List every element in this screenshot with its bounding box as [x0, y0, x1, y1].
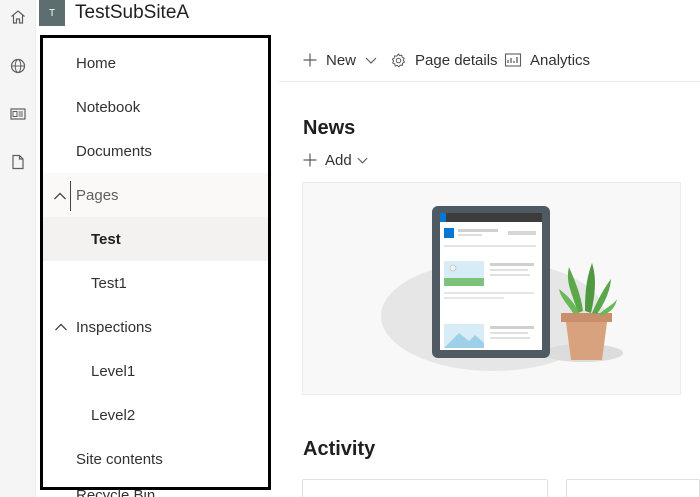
nav-item-site-contents[interactable]: Site contents [43, 437, 268, 481]
analytics-icon [504, 53, 522, 67]
activity-card[interactable] [302, 479, 548, 497]
nav-item-test1[interactable]: Test1 [43, 261, 268, 305]
news-heading: News [303, 117, 356, 139]
site-logo-letter: T [48, 7, 56, 19]
nav-item-label: Level1 [91, 362, 136, 380]
app-bar [0, 0, 36, 497]
plus-icon [303, 53, 317, 67]
nav-item-label: Pages [76, 186, 119, 204]
nav-item-label: Level2 [91, 406, 136, 424]
nav-item-notebook[interactable]: Notebook [43, 85, 268, 129]
globe-icon[interactable] [9, 57, 27, 75]
nav-item-pages[interactable]: Pages [43, 173, 268, 217]
site-title[interactable]: TestSubSiteA [75, 2, 189, 24]
gear-icon [391, 52, 406, 67]
nav-item-documents[interactable]: Documents [43, 129, 268, 173]
chevron-down-icon [365, 57, 377, 64]
nav-item-label: Inspections [76, 318, 152, 336]
nav-item-level1[interactable]: Level1 [43, 349, 268, 393]
site-navigation: Home Notebook Documents Pages Test Test1… [40, 35, 271, 490]
add-news-button[interactable]: Add [302, 149, 369, 171]
new-button-label: New [326, 51, 357, 69]
nav-item-label: Site contents [76, 450, 163, 468]
nav-item-test[interactable]: Test [43, 217, 268, 261]
new-button[interactable]: New [302, 48, 378, 72]
nav-item-label: Test [91, 230, 121, 248]
news-placeholder-card[interactable] [302, 182, 681, 395]
nav-item-inspections[interactable]: Inspections [43, 305, 268, 349]
nav-item-recycle-bin[interactable]: Recycle Bin [76, 489, 155, 497]
add-news-label: Add [325, 151, 352, 169]
nav-item-label: Test1 [91, 274, 127, 292]
home-icon[interactable] [9, 8, 27, 26]
chevron-up-icon[interactable] [49, 181, 71, 211]
news-placeholder-illustration [381, 206, 623, 371]
activity-heading: Activity [303, 438, 376, 460]
nav-item-label: Documents [76, 142, 152, 160]
nav-item-label: Notebook [76, 98, 141, 116]
page-details-label: Page details [415, 51, 498, 69]
page-details-button[interactable]: Page details [390, 48, 498, 72]
nav-item-level2[interactable]: Level2 [43, 393, 268, 437]
nav-item-home[interactable]: Home [43, 41, 268, 85]
chevron-down-icon [357, 157, 368, 164]
activity-card[interactable] [566, 479, 700, 497]
analytics-button[interactable]: Analytics [504, 48, 590, 72]
nav-item-label: Home [76, 54, 117, 72]
chevron-up-icon[interactable] [51, 316, 71, 338]
site-logo[interactable]: T [39, 0, 65, 26]
news-icon[interactable] [9, 105, 27, 123]
command-bar: New Page details Analytics [278, 38, 700, 82]
analytics-label: Analytics [530, 51, 591, 69]
plus-icon [303, 153, 317, 167]
document-icon[interactable] [9, 153, 27, 171]
